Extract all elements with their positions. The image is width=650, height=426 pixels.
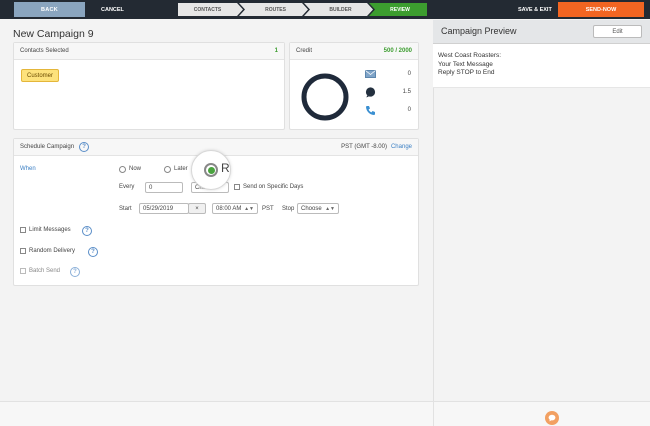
- chat-bubble-icon: [548, 414, 556, 422]
- limit-messages-label: Limit Messages: [29, 227, 71, 233]
- contacts-count: 1: [274, 48, 278, 54]
- schedule-header-label: Schedule Campaign: [20, 144, 75, 150]
- cancel-button[interactable]: CANCEL: [101, 2, 124, 17]
- specific-days-label: Send on Specific Days: [243, 184, 304, 190]
- radio-repeat[interactable]: [204, 163, 218, 177]
- step-routes[interactable]: ROUTES: [239, 3, 308, 16]
- back-button[interactable]: BACK: [14, 2, 85, 17]
- preview-column-background: [433, 88, 650, 402]
- when-label: When: [20, 166, 36, 172]
- start-time-caret-icon: ▲▼: [244, 205, 254, 212]
- step-review[interactable]: REVIEW: [369, 3, 427, 16]
- stop-select-caret-icon: ▲▼: [325, 205, 335, 212]
- credit-panel: Credit 500 / 2000 0 1.5 0: [289, 42, 419, 130]
- page-title: New Campaign 9: [13, 28, 94, 40]
- credit-phone-value: 0: [407, 107, 411, 113]
- batch-send-label: Batch Send: [29, 268, 61, 274]
- start-date-input[interactable]: 05/29/2019: [139, 203, 189, 214]
- step-contacts[interactable]: CONTACTS: [178, 3, 243, 16]
- radio-later[interactable]: [164, 166, 171, 173]
- contacts-header: Contacts Selected 1: [14, 43, 284, 60]
- limit-messages-checkbox[interactable]: [20, 227, 26, 233]
- credit-header-label: Credit: [296, 48, 313, 54]
- clear-date-button[interactable]: ×: [188, 203, 206, 214]
- chat-support-icon[interactable]: [545, 411, 559, 425]
- campaign-preview-title: Campaign Preview: [441, 26, 517, 36]
- credit-row-email: 0: [365, 68, 411, 80]
- random-delivery-checkbox[interactable]: [20, 248, 26, 254]
- credit-donut-chart: [301, 73, 349, 121]
- start-label: Start: [119, 206, 132, 212]
- phone-icon: [366, 105, 375, 115]
- credit-row-phone: 0: [365, 104, 411, 116]
- preview-line: West Coast Roasters:: [438, 52, 502, 59]
- bottom-bar: [0, 401, 650, 426]
- credit-sms-value: 1.5: [402, 89, 411, 95]
- timezone-change-link[interactable]: Change: [391, 144, 412, 150]
- every-input[interactable]: 0: [145, 182, 183, 193]
- preview-line: Your Text Message: [438, 60, 493, 68]
- start-time-value: 08:00 AM: [216, 205, 242, 212]
- radio-later-label: Later: [174, 166, 188, 172]
- limit-messages-help-icon[interactable]: ?: [82, 226, 92, 236]
- batch-send-checkbox[interactable]: [20, 268, 26, 274]
- stop-select[interactable]: Choose ▲▼: [297, 203, 339, 214]
- schedule-help-icon[interactable]: ?: [79, 142, 90, 152]
- stop-select-value: Choose: [301, 205, 322, 212]
- contacts-panel: Contacts Selected 1 Customer: [13, 42, 285, 130]
- wizard-steps: CONTACTS ROUTES BUILDER REVIEW: [178, 3, 427, 16]
- campaign-preview-message: West Coast Roasters: Your Text Message R…: [433, 44, 650, 88]
- email-icon: [365, 70, 376, 78]
- preview-edit-button[interactable]: Edit: [593, 25, 642, 38]
- chat-icon: [365, 86, 376, 97]
- specific-days-checkbox[interactable]: [234, 184, 240, 190]
- preview-line: Reply STOP to End: [438, 69, 495, 76]
- credit-header: Credit 500 / 2000: [290, 43, 418, 60]
- credit-amount: 500 / 2000: [383, 48, 412, 54]
- random-delivery-help-icon[interactable]: ?: [88, 247, 98, 257]
- magnified-repeat-radio[interactable]: Rep: [191, 150, 231, 190]
- top-nav-bar: BACK CANCEL CONTACTS ROUTES BUILDER REVI…: [0, 0, 650, 19]
- timezone-label: PST (GMT -8.00): [341, 144, 387, 150]
- random-delivery-label: Random Delivery: [29, 248, 76, 254]
- contact-tag-customer[interactable]: Customer: [21, 69, 60, 82]
- every-label: Every: [119, 184, 135, 190]
- stop-label: Stop: [282, 206, 295, 212]
- radio-repeat-label: Rep: [221, 161, 230, 175]
- campaign-preview-header: Campaign Preview Edit: [433, 20, 650, 44]
- radio-repeat-selected-dot: [208, 167, 215, 174]
- bottom-divider: [433, 402, 434, 426]
- start-time-select[interactable]: 08:00 AM ▲▼: [212, 203, 258, 214]
- send-now-button[interactable]: SEND-NOW: [558, 2, 644, 17]
- start-timezone-label: PST: [262, 206, 274, 212]
- credit-row-sms: 1.5: [365, 86, 411, 98]
- radio-now-label: Now: [129, 166, 142, 172]
- radio-now[interactable]: [119, 166, 126, 173]
- step-builder[interactable]: BUILDER: [304, 3, 373, 16]
- save-exit-button[interactable]: SAVE & EXIT: [518, 2, 552, 17]
- batch-send-help-icon[interactable]: ?: [70, 267, 80, 277]
- contacts-header-label: Contacts Selected: [20, 48, 69, 54]
- credit-email-value: 0: [407, 71, 411, 77]
